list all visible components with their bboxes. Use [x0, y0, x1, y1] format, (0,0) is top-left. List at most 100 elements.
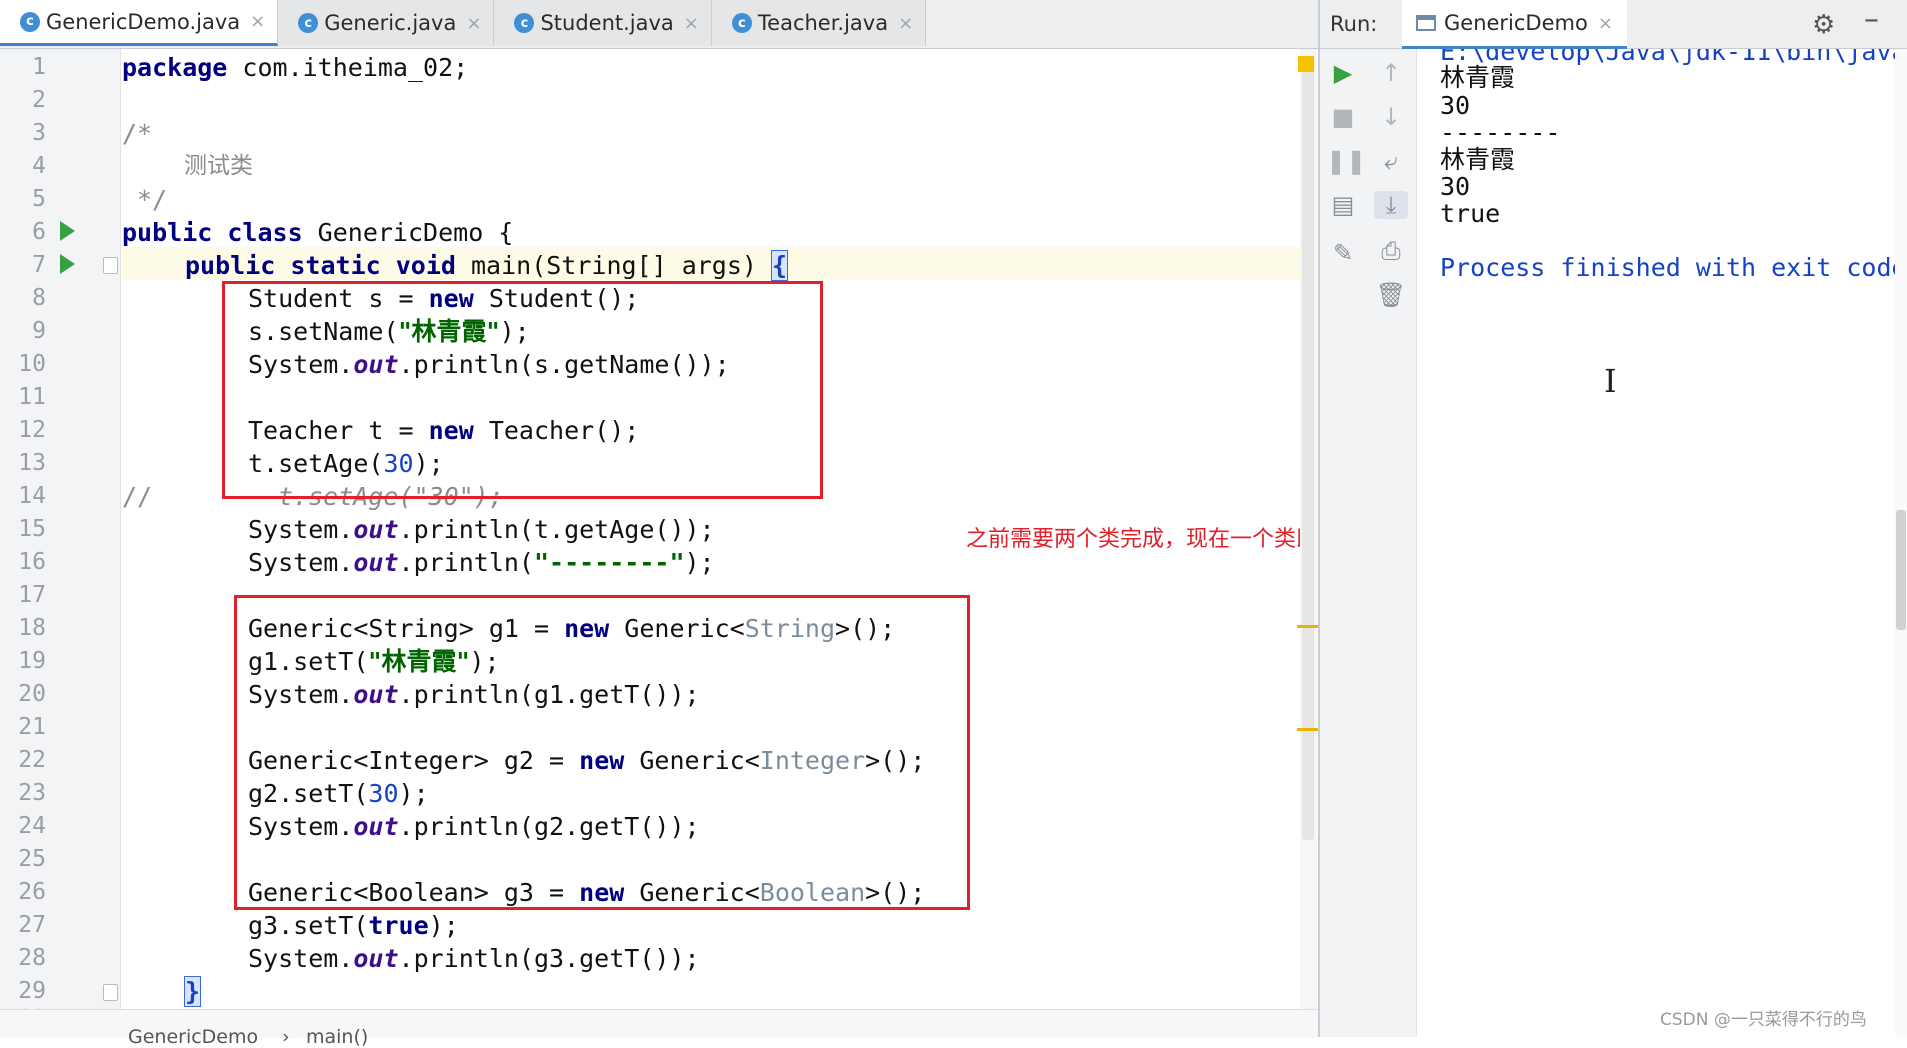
static-field: out: [353, 515, 399, 544]
line-number: 4: [32, 153, 46, 179]
line-number: 14: [18, 483, 46, 509]
editor-gutter[interactable]: 1 2 3 4 5 6 7 8 9 10 11 12 13 14 15 16 1…: [0, 49, 121, 1009]
run-config-icon: [1416, 15, 1436, 31]
breadcrumb-method[interactable]: main(): [306, 1026, 368, 1048]
line-number: 25: [18, 846, 46, 872]
soft-wrap-icon[interactable]: ⤶: [1374, 147, 1408, 175]
line-number: 15: [18, 516, 46, 542]
inspection-status-icon[interactable]: [1298, 56, 1314, 72]
code-line-6: public class GenericDemo {: [122, 216, 513, 249]
tab-genericdemo-java[interactable]: c GenericDemo.java ×: [0, 0, 279, 46]
line-number: 11: [18, 384, 46, 410]
line-number: 6: [32, 219, 46, 245]
console-output[interactable]: E:\develop\Java\jdk-11\bin\java 林青霞 30 -…: [1418, 49, 1907, 1037]
tab-label: Generic.java: [324, 11, 457, 35]
gear-icon[interactable]: ⚙: [1812, 10, 1835, 40]
run-panel-header: Run: GenericDemo × ⚙ –: [1320, 0, 1907, 49]
close-icon[interactable]: ×: [466, 13, 481, 34]
code-text: .println(t.getAge());: [398, 515, 715, 544]
line-number: 18: [18, 615, 46, 641]
tab-generic-java[interactable]: c Generic.java ×: [278, 0, 495, 46]
matched-brace: }: [183, 976, 202, 1007]
breadcrumb-separator: ›: [282, 1026, 290, 1048]
code-line-15: System.out.println(t.getAge());: [248, 513, 715, 546]
tab-label: Teacher.java: [757, 11, 889, 35]
string-literal: "--------": [533, 548, 685, 577]
static-field: out: [353, 548, 399, 577]
code-line-16: System.out.println("--------");: [248, 546, 715, 579]
close-icon[interactable]: ×: [684, 13, 699, 34]
code-text: g3.setT(: [248, 911, 369, 940]
run-tab-genericdemo[interactable]: GenericDemo ×: [1402, 0, 1627, 49]
code-text: System.: [248, 515, 354, 544]
run-toolbar-primary: ▶ ■ ❚❚ ▤ ✎: [1320, 49, 1367, 1037]
tab-label: GenericDemo.java: [46, 9, 241, 34]
line-number: 9: [32, 318, 46, 344]
code-text: );: [428, 911, 459, 940]
scroll-to-end-icon[interactable]: ⤓: [1374, 191, 1408, 219]
line-number: 20: [18, 681, 46, 707]
run-main-icon[interactable]: [60, 254, 75, 274]
close-icon[interactable]: ×: [1598, 13, 1613, 34]
pause-icon[interactable]: ❚❚: [1326, 147, 1366, 175]
line-number: 5: [32, 186, 46, 212]
run-class-icon[interactable]: [60, 221, 75, 241]
keyword: true: [368, 911, 429, 940]
trash-icon[interactable]: 🗑: [1374, 281, 1408, 309]
line-number: 2: [32, 87, 46, 113]
warning-marker[interactable]: [1297, 728, 1319, 731]
line-number: 28: [18, 945, 46, 971]
keyword: public static void: [185, 251, 456, 280]
print-icon[interactable]: ⎙: [1374, 237, 1408, 265]
highlight-box-old-classes: [222, 281, 823, 499]
arrow-down-icon[interactable]: ↓: [1374, 103, 1408, 131]
run-toolbar-secondary: ↑ ↓ ⤶ ⤓ ⎙ 🗑: [1366, 49, 1417, 1037]
line-number: 22: [18, 747, 46, 773]
breadcrumb-class[interactable]: GenericDemo: [128, 1026, 258, 1048]
pin-icon[interactable]: ✎: [1326, 239, 1360, 267]
code-text: GenericDemo {: [302, 218, 514, 247]
tab-student-java[interactable]: c Student.java ×: [494, 0, 712, 46]
line-number: 23: [18, 780, 46, 806]
class-icon: c: [514, 13, 535, 33]
line-number: 7: [32, 252, 46, 278]
fold-icon[interactable]: [103, 984, 118, 1001]
watermark: CSDN @一只菜得不行的鸟: [1660, 1010, 1867, 1030]
code-line-5: */: [137, 185, 168, 214]
line-number: 19: [18, 648, 46, 674]
run-label: Run:: [1330, 12, 1378, 36]
line-number: 3: [32, 120, 46, 146]
static-field: out: [353, 944, 399, 973]
breadcrumb: GenericDemo › main(): [0, 1009, 1318, 1048]
layout-icon[interactable]: ▤: [1326, 191, 1360, 219]
line-number: 17: [18, 582, 46, 608]
matched-brace: {: [771, 250, 789, 281]
stop-icon[interactable]: ■: [1326, 103, 1360, 131]
class-icon: c: [731, 13, 752, 33]
line-number: 24: [18, 813, 46, 839]
code-line-7: public static void main(String[] args) {: [185, 249, 789, 282]
code-text: System.: [248, 548, 354, 577]
tab-teacher-java[interactable]: c Teacher.java ×: [711, 0, 927, 46]
code-text: );: [684, 548, 715, 577]
editor-scroll-thumb[interactable]: [1302, 70, 1314, 840]
code-line-14-comment-mark: //: [122, 482, 153, 511]
line-number: 8: [32, 285, 46, 311]
console-line: Process finished with exit code 0: [1440, 253, 1907, 282]
editor-tab-bar: c GenericDemo.java × c Generic.java × c …: [0, 0, 1318, 49]
line-number: 16: [18, 549, 46, 575]
minimize-icon[interactable]: –: [1864, 2, 1879, 37]
console-scroll-thumb[interactable]: [1896, 510, 1906, 630]
code-line-28: System.out.println(g3.getT());: [248, 942, 700, 975]
code-line-27: g3.setT(true);: [248, 909, 459, 942]
play-icon[interactable]: ▶: [1326, 59, 1360, 87]
code-text: com.itheima_02;: [227, 53, 469, 82]
close-icon[interactable]: ×: [250, 11, 265, 32]
line-number: 21: [18, 714, 46, 740]
arrow-up-icon[interactable]: ↑: [1374, 59, 1408, 87]
close-icon[interactable]: ×: [898, 13, 913, 34]
class-icon: c: [298, 13, 319, 33]
fold-icon[interactable]: [103, 257, 118, 274]
warning-marker[interactable]: [1297, 625, 1319, 628]
code-text: .println(: [398, 548, 534, 577]
